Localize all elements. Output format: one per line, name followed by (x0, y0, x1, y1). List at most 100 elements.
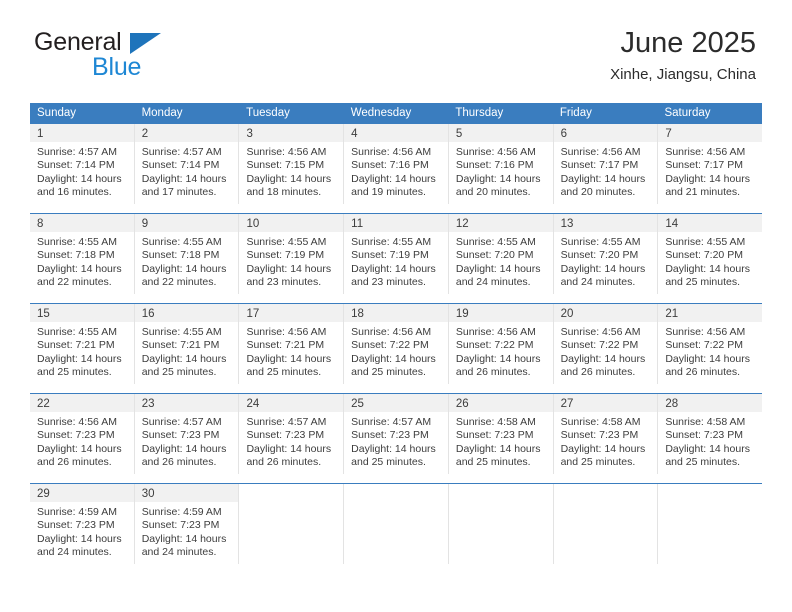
sunset-text: Sunset: 7:14 PM (141, 159, 220, 172)
day-cell-10[interactable]: 10 Sunrise: 4:55 AM Sunset: 7:19 PM Dayligh… (238, 214, 344, 294)
sunset-text: Sunset: 7:15 PM (246, 159, 325, 172)
day-cell-2[interactable]: 2 Sunrise: 4:57 AM Sunset: 7:14 PM Daylight… (133, 124, 239, 204)
day-number-bar (553, 484, 658, 502)
daylight-text-line2: and 25 minutes. (560, 456, 636, 469)
day-details: Sunrise: 4:58 AM Sunset: 7:23 PM Daylight:… (658, 412, 762, 470)
day-cell-28[interactable]: 28 Sunrise: 4:58 AM Sunset: 7:23 PM Dayligh… (657, 394, 763, 474)
sunrise-text: Sunrise: 4:55 AM (665, 236, 746, 248)
day-number: 21 (665, 308, 679, 320)
logo-word-blue: Blue (92, 53, 142, 81)
week-row: 29 Sunrise: 4:59 AM Sunset: 7:23 PM Dayligh… (30, 483, 763, 564)
daylight-text-line2: and 20 minutes. (560, 186, 636, 199)
day-cell-5[interactable]: 5 Sunrise: 4:56 AM Sunset: 7:16 PM Daylight… (447, 124, 553, 204)
day-cell-30[interactable]: 30 Sunrise: 4:59 AM Sunset: 7:23 PM Dayligh… (133, 484, 239, 564)
day-cell-26[interactable]: 26 Sunrise: 4:58 AM Sunset: 7:23 PM Dayligh… (447, 394, 553, 474)
daylight-text-line1: Daylight: 14 hours (246, 442, 332, 455)
day-cell-1[interactable]: 1 Sunrise: 4:57 AM Sunset: 7:14 PM Daylight… (30, 124, 134, 204)
day-number-bar: 24 (239, 394, 344, 412)
day-number-bar: 22 (30, 394, 134, 412)
day-number: 7 (665, 128, 672, 140)
sunrise-text: Sunrise: 4:56 AM (37, 416, 117, 428)
day-cell-17[interactable]: 17 Sunrise: 4:56 AM Sunset: 7:21 PM Dayligh… (238, 304, 344, 384)
day-details: Sunrise: 4:55 AM Sunset: 7:21 PM Daylight:… (135, 322, 239, 380)
day-cell-29[interactable]: 29 Sunrise: 4:59 AM Sunset: 7:23 PM Dayligh… (30, 484, 134, 564)
day-details: Sunrise: 4:56 AM Sunset: 7:22 PM Daylight:… (554, 322, 658, 380)
daylight-text-line1: Daylight: 14 hours (455, 352, 541, 365)
day-details: Sunrise: 4:56 AM Sunset: 7:21 PM Daylight:… (239, 322, 343, 380)
triangle-icon (130, 33, 161, 54)
day-cell-24[interactable]: 24 Sunrise: 4:57 AM Sunset: 7:23 PM Dayligh… (238, 394, 344, 474)
day-cell-3[interactable]: 3 Sunrise: 4:56 AM Sunset: 7:15 PM Daylight… (238, 124, 344, 204)
generalblue-logo[interactable]: General Blue (34, 30, 204, 82)
day-cell-21[interactable]: 21 Sunrise: 4:56 AM Sunset: 7:22 PM Dayligh… (657, 304, 763, 384)
day-cell-7[interactable]: 7 Sunrise: 4:56 AM Sunset: 7:17 PM Daylight… (657, 124, 763, 204)
day-cell-27[interactable]: 27 Sunrise: 4:58 AM Sunset: 7:23 PM Dayligh… (552, 394, 658, 474)
day-cell-4[interactable]: 4 Sunrise: 4:56 AM Sunset: 7:16 PM Daylight… (343, 124, 448, 204)
day-cell-empty (447, 484, 553, 564)
sunrise-text: Sunrise: 4:58 AM (560, 416, 641, 428)
day-cell-14[interactable]: 14 Sunrise: 4:55 AM Sunset: 7:20 PM Dayligh… (657, 214, 763, 294)
daylight-text-line2: and 16 minutes. (37, 186, 112, 199)
day-number-bar: 9 (134, 214, 239, 232)
weekday-header-tuesday: Tuesday (246, 107, 290, 119)
day-cell-20[interactable]: 20 Sunrise: 4:56 AM Sunset: 7:22 PM Dayligh… (552, 304, 658, 384)
day-number-bar (448, 484, 553, 502)
daylight-text-line2: and 24 minutes. (455, 276, 531, 289)
weekday-header-monday: Monday (141, 107, 183, 119)
sunrise-text: Sunrise: 4:58 AM (455, 416, 536, 428)
day-number-bar: 30 (134, 484, 239, 502)
day-number: 11 (351, 218, 364, 230)
day-cell-8[interactable]: 8 Sunrise: 4:55 AM Sunset: 7:18 PM Daylight… (30, 214, 134, 294)
day-number-bar: 25 (344, 394, 448, 412)
day-details: Sunrise: 4:59 AM Sunset: 7:23 PM Daylight:… (30, 502, 134, 560)
day-number: 24 (246, 398, 260, 410)
day-cell-11[interactable]: 11 Sunrise: 4:55 AM Sunset: 7:19 PM Dayligh… (343, 214, 448, 294)
day-number-bar: 12 (448, 214, 553, 232)
weekday-header-thursday: Thursday (455, 107, 504, 119)
day-cell-12[interactable]: 12 Sunrise: 4:55 AM Sunset: 7:20 PM Dayligh… (447, 214, 553, 294)
day-number-bar (239, 484, 344, 502)
day-details: Sunrise: 4:57 AM Sunset: 7:23 PM Daylight:… (239, 412, 343, 470)
day-cell-19[interactable]: 19 Sunrise: 4:56 AM Sunset: 7:22 PM Dayligh… (447, 304, 553, 384)
day-cell-6[interactable]: 6 Sunrise: 4:56 AM Sunset: 7:17 PM Daylight… (552, 124, 658, 204)
day-number-bar: 11 (344, 214, 448, 232)
sunrise-text: Sunrise: 4:55 AM (455, 236, 536, 248)
day-cell-9[interactable]: 9 Sunrise: 4:55 AM Sunset: 7:18 PM Daylight… (133, 214, 239, 294)
daylight-text-line2: and 17 minutes. (141, 186, 217, 199)
day-cell-15[interactable]: 15 Sunrise: 4:55 AM Sunset: 7:21 PM Dayligh… (30, 304, 134, 384)
day-number-bar: 17 (239, 304, 344, 322)
daylight-text-line1: Daylight: 14 hours (37, 352, 122, 365)
day-number-bar: 28 (658, 394, 763, 412)
day-cell-empty (657, 484, 763, 564)
day-number-bar: 8 (30, 214, 134, 232)
logo-text-general: General (34, 30, 204, 57)
day-cell-22[interactable]: 22 Sunrise: 4:56 AM Sunset: 7:23 PM Dayligh… (30, 394, 134, 474)
day-number-bar (344, 484, 448, 502)
sunset-text: Sunset: 7:16 PM (351, 159, 429, 172)
daylight-text-line1: Daylight: 14 hours (665, 442, 750, 455)
day-cell-13[interactable]: 13 Sunrise: 4:55 AM Sunset: 7:20 PM Dayligh… (552, 214, 658, 294)
day-cell-23[interactable]: 23 Sunrise: 4:57 AM Sunset: 7:23 PM Dayligh… (133, 394, 239, 474)
day-details: Sunrise: 4:57 AM Sunset: 7:23 PM Daylight:… (135, 412, 239, 470)
day-number: 17 (246, 308, 260, 320)
day-number-bar (658, 484, 763, 502)
day-cell-18[interactable]: 18 Sunrise: 4:56 AM Sunset: 7:22 PM Dayligh… (343, 304, 448, 384)
day-cell-25[interactable]: 25 Sunrise: 4:57 AM Sunset: 7:23 PM Dayligh… (343, 394, 448, 474)
day-number: 26 (455, 398, 469, 410)
day-details (239, 502, 343, 506)
day-number: 10 (246, 218, 260, 230)
daylight-text-line2: and 19 minutes. (351, 186, 426, 199)
sunset-text: Sunset: 7:20 PM (665, 249, 743, 262)
day-number-bar: 10 (239, 214, 344, 232)
day-details: Sunrise: 4:59 AM Sunset: 7:23 PM Daylight:… (135, 502, 239, 560)
daylight-text-line2: and 26 minutes. (141, 456, 217, 469)
day-number: 4 (351, 128, 358, 140)
calendar-page: General Blue June 2025 Xinhe, Jiangsu, C… (0, 0, 792, 612)
day-number: 16 (141, 308, 155, 320)
day-number: 5 (455, 128, 463, 140)
sunrise-text: Sunrise: 4:56 AM (246, 326, 327, 338)
day-cell-16[interactable]: 16 Sunrise: 4:55 AM Sunset: 7:21 PM Dayligh… (133, 304, 239, 384)
day-number: 23 (141, 398, 155, 410)
day-number: 9 (141, 218, 149, 230)
day-details: Sunrise: 4:55 AM Sunset: 7:20 PM Daylight:… (449, 232, 553, 290)
